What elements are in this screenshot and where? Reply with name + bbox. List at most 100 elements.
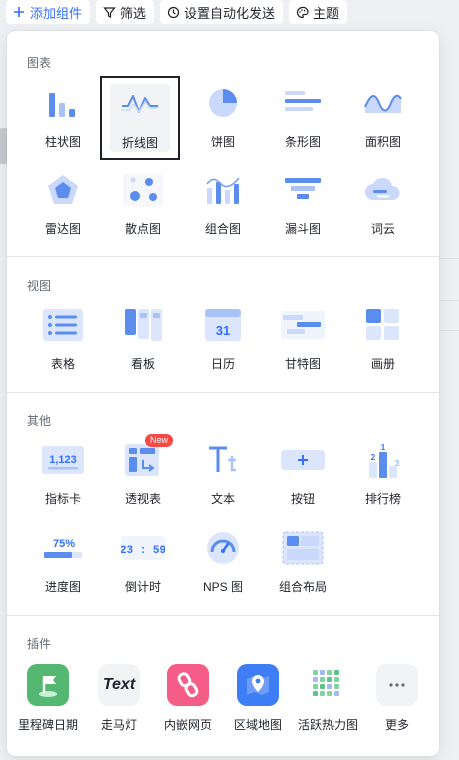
plugin-more[interactable]: 更多	[357, 664, 437, 733]
tile-label: 甘特图	[284, 357, 321, 371]
section-title-others: 其他	[27, 414, 52, 428]
section-title-charts: 图表	[27, 56, 52, 70]
tile-funnel-chart[interactable]: 漏斗图	[263, 164, 343, 248]
plugin-region-map[interactable]: 区域地图	[218, 664, 298, 733]
text-carousel-icon: Text	[98, 664, 140, 706]
add-component-button[interactable]: 添加组件	[6, 0, 91, 24]
bar-chart-icon	[41, 83, 85, 123]
tile-button[interactable]: 按钮	[263, 434, 343, 518]
cloud-icon	[361, 170, 405, 210]
rank-first: 1	[381, 443, 386, 452]
progress-icon: 75%	[41, 528, 85, 568]
pie-chart-icon	[201, 83, 245, 123]
plugin-label: 里程碑日期	[17, 718, 78, 732]
tile-table-view[interactable]: 表格	[23, 299, 103, 383]
top-toolbar: 添加组件 筛选 设置自动化发送 主题	[0, 0, 459, 26]
tile-kanban-view[interactable]: 看板	[103, 299, 183, 383]
theme-button[interactable]: 主题	[289, 0, 348, 24]
plugin-milestone-date[interactable]: 里程碑日期	[8, 664, 88, 733]
background-divider	[439, 300, 459, 301]
map-pin-icon	[237, 664, 279, 706]
countdown-icon: 23 : 59	[121, 528, 165, 568]
tile-pie-chart[interactable]: 饼图	[183, 77, 263, 161]
tile-label: 柱状图	[44, 135, 81, 149]
tile-leaderboard[interactable]: 213 排行榜	[343, 434, 423, 518]
tile-bar-chart[interactable]: 柱状图	[23, 77, 103, 161]
combo-chart-icon	[201, 170, 245, 210]
tile-nps-chart[interactable]: NPS 图	[183, 522, 263, 606]
tile-radar-chart[interactable]: 雷达图	[23, 164, 103, 248]
section-title-plugins: 插件	[27, 637, 52, 651]
heatmap-icon	[307, 664, 349, 706]
tile-label: 雷达图	[44, 222, 81, 236]
tile-label: 排行榜	[364, 492, 401, 506]
tile-line-chart[interactable]: 折线图	[100, 76, 180, 160]
pivot-table-icon: New	[121, 434, 173, 480]
tile-label: 画册	[370, 357, 395, 371]
new-badge: New	[144, 434, 173, 447]
link-icon	[167, 664, 209, 706]
background-divider	[439, 258, 459, 259]
tile-gallery-view[interactable]: 画册	[343, 299, 423, 383]
tile-combo-chart[interactable]: 组合图	[183, 164, 263, 248]
area-chart-icon	[361, 83, 405, 123]
tile-countdown[interactable]: 23 : 59 倒计时	[103, 522, 183, 606]
plugin-activity-heatmap[interactable]: 活跃热力图	[288, 664, 368, 733]
add-component-label: 添加组件	[30, 5, 83, 21]
tile-label: 表格	[50, 357, 75, 371]
radar-chart-icon	[41, 170, 85, 210]
progress-value: 75%	[53, 538, 75, 550]
tile-label: 饼图	[210, 135, 235, 149]
kanban-icon	[121, 305, 165, 345]
tile-pivot-table[interactable]: New 透视表	[103, 434, 183, 518]
plugin-embedded-webpage[interactable]: 内嵌网页	[148, 664, 228, 733]
automation-button[interactable]: 设置自动化发送	[160, 0, 284, 24]
tile-text[interactable]: 文本	[183, 434, 263, 518]
rank-second: 2	[371, 453, 376, 462]
tile-label: 折线图	[121, 136, 158, 150]
gauge-icon	[201, 528, 245, 568]
filter-label: 筛选	[120, 5, 147, 21]
tile-scatter-chart[interactable]: 散点图	[103, 164, 183, 248]
funnel-chart-icon	[281, 170, 325, 210]
tile-label: 指标卡	[44, 492, 81, 506]
tile-area-chart[interactable]: 面积图	[343, 77, 423, 161]
tile-label: 按钮	[290, 492, 315, 506]
calendar-day: 31	[216, 323, 230, 338]
calendar-icon: 31	[201, 305, 245, 345]
metric-card-icon: 1,123	[41, 440, 85, 480]
plugin-label: 区域地图	[233, 718, 282, 732]
gantt-icon	[281, 305, 325, 345]
section-title-views: 视图	[27, 279, 52, 293]
tile-label: 看板	[130, 357, 155, 371]
plugin-label: 活跃热力图	[297, 718, 358, 732]
line-chart-icon	[118, 84, 162, 124]
tile-combined-layout[interactable]: 组合布局	[263, 522, 343, 606]
filter-button[interactable]: 筛选	[96, 0, 155, 24]
palette-icon	[295, 5, 309, 19]
leaderboard-icon: 213	[361, 440, 405, 480]
tile-metric-card[interactable]: 1,123 指标卡	[23, 434, 103, 518]
tile-label: 日历	[210, 357, 235, 371]
button-icon	[281, 440, 325, 480]
tile-gantt-view[interactable]: 甘特图	[263, 299, 343, 383]
tile-horizontal-bar-chart[interactable]: 条形图	[263, 77, 343, 161]
tile-label: 进度图	[44, 580, 81, 594]
tile-calendar-view[interactable]: 31 日历	[183, 299, 263, 383]
carousel-glyph: Text	[102, 676, 136, 693]
clock-send-icon	[166, 5, 180, 19]
tile-label: 面积图	[364, 135, 401, 149]
tile-progress-chart[interactable]: 75% 进度图	[23, 522, 103, 606]
text-icon	[201, 440, 245, 480]
tile-label: 词云	[370, 222, 395, 236]
scatter-chart-icon	[121, 170, 165, 210]
flag-icon	[27, 664, 69, 706]
plugin-label: 走马灯	[100, 718, 137, 732]
tile-label: 倒计时	[124, 580, 161, 594]
tile-label: 漏斗图	[284, 222, 321, 236]
more-icon	[376, 664, 418, 706]
tile-word-cloud[interactable]: 词云	[343, 164, 423, 248]
section-divider	[7, 256, 439, 257]
plugin-carousel[interactable]: Text 走马灯	[79, 664, 159, 733]
section-divider	[7, 615, 439, 616]
